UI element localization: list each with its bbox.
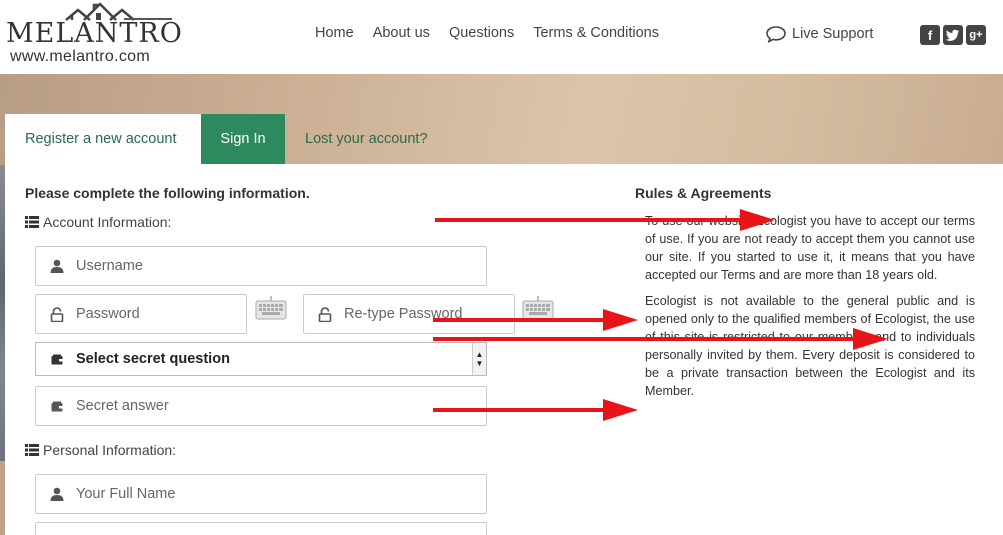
rules-text: To use our website Ecologist you have to… (645, 212, 975, 408)
nav-questions[interactable]: Questions (449, 25, 514, 41)
chat-bubble-icon (766, 26, 786, 43)
account-tabs: Register a new account Sign In Lost your… (5, 114, 428, 164)
tab-register[interactable]: Register a new account (5, 114, 201, 164)
red-arrow-annotation (433, 328, 888, 350)
main-nav: Home About us Questions Terms & Conditio… (315, 25, 678, 41)
nav-about-us[interactable]: About us (373, 25, 430, 41)
virtual-keyboard-icon[interactable] (255, 296, 287, 320)
password-field[interactable]: Password (35, 294, 247, 334)
personal-info-label: Personal Information: (43, 442, 177, 458)
lock-icon (48, 306, 66, 322)
username-placeholder: Username (76, 258, 143, 274)
site-header: MELANTRO www.melantro.com Home About us … (0, 0, 1003, 74)
user-icon (48, 487, 66, 501)
user-icon (48, 259, 66, 273)
username-field[interactable]: Username (35, 246, 487, 286)
nav-home[interactable]: Home (315, 25, 354, 41)
next-field-partial[interactable] (35, 522, 487, 535)
live-support-label: Live Support (792, 26, 874, 42)
tab-lost-account[interactable]: Lost your account? (285, 114, 428, 164)
secret-question-select[interactable]: Select secret question ▲ ▼ (35, 342, 487, 376)
list-icon (25, 444, 39, 456)
site-logo[interactable]: MELANTRO www.melantro.com (6, 2, 182, 70)
twitter-icon[interactable] (943, 25, 963, 45)
red-arrow-annotation (433, 399, 638, 421)
google-plus-icon[interactable]: g+ (966, 25, 986, 45)
full-name-field[interactable]: Your Full Name (35, 474, 487, 514)
brand-url: www.melantro.com (10, 48, 150, 65)
social-links: f g+ (920, 25, 986, 45)
lock-icon (316, 306, 334, 322)
nav-terms[interactable]: Terms & Conditions (533, 25, 659, 41)
list-icon (25, 216, 39, 228)
account-info-heading: Account Information: (25, 214, 171, 230)
tab-sign-in[interactable]: Sign In (201, 114, 285, 164)
facebook-icon[interactable]: f (920, 25, 940, 45)
red-arrow-annotation (435, 209, 775, 231)
brand-name: MELANTRO (6, 18, 183, 49)
personal-info-heading: Personal Information: (25, 442, 176, 458)
wallet-icon (48, 401, 66, 412)
password-placeholder: Password (76, 306, 140, 322)
wallet-icon (48, 354, 66, 365)
rules-title: Rules & Agreements (635, 185, 772, 201)
secret-answer-placeholder: Secret answer (76, 398, 169, 414)
secret-answer-field[interactable]: Secret answer (35, 386, 487, 426)
full-name-placeholder: Your Full Name (76, 486, 176, 502)
account-info-label: Account Information: (43, 214, 172, 230)
live-support-link[interactable]: Live Support (765, 25, 873, 43)
secret-question-value: Select secret question (76, 351, 230, 367)
form-title: Please complete the following informatio… (25, 185, 310, 201)
